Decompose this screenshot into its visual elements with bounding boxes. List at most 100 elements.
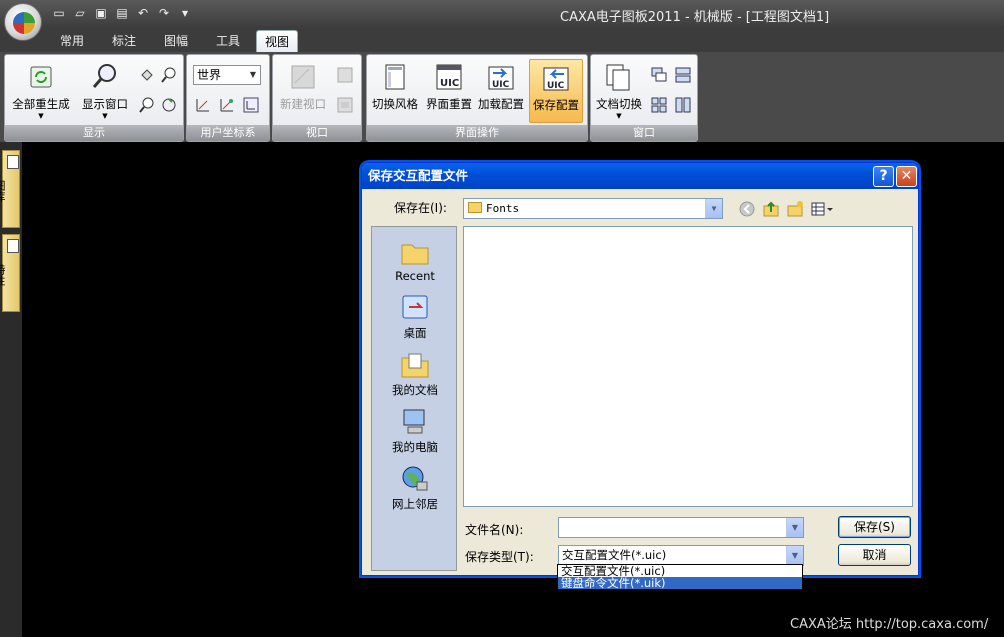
filetype-combo[interactable]: 交互配置文件(*.uic) ▼ <box>558 545 804 566</box>
network-globe-icon <box>402 466 428 491</box>
place-my-documents[interactable]: 我的文档 <box>372 350 458 398</box>
ucs-switch-icon[interactable] <box>241 95 261 115</box>
ribbon-tab-row: 常用 标注 图幅 工具 视图 <box>0 28 1004 52</box>
zoom-window-icon[interactable] <box>137 95 157 115</box>
group-title: 窗口 <box>591 125 697 141</box>
save-button[interactable]: 保存(S) <box>838 516 911 538</box>
display-window-button[interactable]: 显示窗口 ▼ <box>77 59 133 123</box>
folder-icon <box>468 202 482 213</box>
save-in-label: 保存在(I): <box>394 201 447 215</box>
title-bar: ▭ ▱ ▣ ▤ ↶ ↷ ▾ CAXA电子图板2011 - 机械版 - [工程图文… <box>0 0 1004 28</box>
app-window: ▭ ▱ ▣ ▤ ↶ ↷ ▾ CAXA电子图板2011 - 机械版 - [工程图文… <box>0 0 1004 637</box>
switch-style-icon <box>385 64 405 90</box>
redo-icon[interactable]: ↷ <box>155 4 173 22</box>
chevron-down-icon: ▼ <box>249 70 257 79</box>
viewport-layout-icon[interactable] <box>335 65 355 85</box>
undo-icon[interactable]: ↶ <box>134 4 152 22</box>
filename-label: 文件名(N): <box>465 523 524 537</box>
reset-ui-button[interactable]: UIC 界面重置 <box>423 59 475 123</box>
properties-icon <box>7 239 19 253</box>
tab-drawing-frame[interactable]: 图幅 <box>156 30 196 52</box>
save-icon[interactable]: ▣ <box>92 4 110 22</box>
place-desktop[interactable]: 桌面 <box>372 293 458 341</box>
caxa-logo-icon <box>13 12 35 34</box>
chevron-down-icon[interactable]: ▼ <box>786 546 803 565</box>
library-icon <box>7 155 19 169</box>
chevron-down-icon[interactable]: ▼ <box>786 518 803 537</box>
ucs-combo[interactable]: 世界 ▼ <box>193 65 261 85</box>
load-config-icon: UIC <box>488 66 514 90</box>
new-folder-icon[interactable] <box>786 200 804 218</box>
open-folder-icon[interactable]: ▱ <box>71 4 89 22</box>
tab-library[interactable]: 图库 <box>0 150 20 228</box>
file-list-view[interactable] <box>463 226 913 507</box>
print-icon[interactable]: ▤ <box>113 4 131 22</box>
group-title: 用户坐标系 <box>187 125 269 141</box>
chevron-down-icon: ▼ <box>102 112 108 120</box>
new-viewport-button[interactable]: 新建视口 <box>275 59 331 123</box>
view-menu-icon[interactable] <box>810 200 834 218</box>
filename-input[interactable]: ▼ <box>558 517 804 538</box>
recent-folder-icon <box>401 244 429 265</box>
dialog-nav-toolbar <box>738 200 834 218</box>
group-title: 显示 <box>5 125 183 141</box>
back-icon[interactable] <box>738 200 756 218</box>
switch-style-button[interactable]: 切换风格 <box>369 59 421 123</box>
document-switch-icon <box>606 64 630 91</box>
places-bar: Recent 桌面 我的文档 我的电脑 网上邻居 <box>371 226 457 571</box>
my-documents-icon <box>401 353 429 378</box>
place-my-computer[interactable]: 我的电脑 <box>372 407 458 455</box>
save-config-button[interactable]: UIC 保存配置 <box>529 59 583 123</box>
filetype-label: 保存类型(T): <box>465 550 534 564</box>
svg-text:UIC: UIC <box>440 78 459 89</box>
tile-vertical-icon[interactable] <box>673 95 693 115</box>
regen-icon <box>30 66 52 88</box>
group-title: 视口 <box>273 125 361 141</box>
ribbon-panel: 全部重生成 ▼ 显示窗口 ▼ 显示 世界 ▼ 用户坐标系 新建视口 视口 切换风… <box>0 52 1004 142</box>
doc-switch-button[interactable]: 文档切换 ▼ <box>593 59 645 123</box>
tab-annotation[interactable]: 标注 <box>104 30 144 52</box>
tab-properties[interactable]: 特性 <box>0 234 20 312</box>
zoom-icon[interactable] <box>159 65 179 85</box>
regen-all-button[interactable]: 全部重生成 ▼ <box>8 59 74 123</box>
ucs-new-icon[interactable] <box>193 95 213 115</box>
zoom-dynamic-icon[interactable] <box>159 95 179 115</box>
quick-access-toolbar: ▭ ▱ ▣ ▤ ↶ ↷ ▾ <box>50 4 194 24</box>
up-folder-icon[interactable] <box>762 200 780 218</box>
tile-grid-icon[interactable] <box>649 95 669 115</box>
customize-qat-icon[interactable]: ▾ <box>176 4 194 22</box>
group-viewport: 新建视口 视口 <box>272 54 362 142</box>
load-config-button[interactable]: UIC 加载配置 <box>475 59 527 123</box>
viewport-property-icon[interactable] <box>335 95 355 115</box>
reset-ui-icon: UIC <box>436 64 462 90</box>
chevron-down-icon: ▼ <box>616 112 622 120</box>
tab-common[interactable]: 常用 <box>52 30 92 52</box>
app-menu-button[interactable] <box>4 3 42 41</box>
close-button[interactable]: ✕ <box>896 166 917 187</box>
magnifier-icon <box>92 64 116 88</box>
group-window: 文档切换 ▼ 窗口 <box>590 54 698 142</box>
forum-watermark: CAXA论坛 http://top.caxa.com/ <box>790 617 989 632</box>
group-ui-operations: 切换风格 UIC 界面重置 UIC 加载配置 UIC 保存配置 界面操作 <box>366 54 588 142</box>
left-dock-bar: 图库 特性 <box>0 142 22 637</box>
pan-icon[interactable] <box>137 65 157 85</box>
cascade-windows-icon[interactable] <box>649 65 669 85</box>
filetype-dropdown-list: 交互配置文件(*.uic) 键盘命令文件(*.uik) <box>557 564 803 589</box>
viewport-icon <box>291 65 315 89</box>
tab-view[interactable]: 视图 <box>256 30 299 52</box>
ucs-manage-icon[interactable] <box>217 95 237 115</box>
chevron-down-icon[interactable]: ▼ <box>705 199 722 218</box>
save-in-combo[interactable]: Fonts ▼ <box>463 198 723 219</box>
filetype-option-uik[interactable]: 键盘命令文件(*.uik) <box>558 577 802 589</box>
group-display: 全部重生成 ▼ 显示窗口 ▼ 显示 <box>4 54 184 142</box>
place-network[interactable]: 网上邻居 <box>372 464 458 512</box>
tab-tools[interactable]: 工具 <box>208 30 248 52</box>
help-button[interactable]: ? <box>873 166 894 187</box>
place-recent[interactable]: Recent <box>372 237 458 283</box>
cancel-button[interactable]: 取消 <box>838 544 911 566</box>
new-file-icon[interactable]: ▭ <box>50 4 68 22</box>
dialog-title: 保存交互配置文件 <box>362 163 918 189</box>
svg-text:UIC: UIC <box>547 81 565 91</box>
tile-horizontal-icon[interactable] <box>673 65 693 85</box>
window-title: CAXA电子图板2011 - 机械版 - [工程图文档1] <box>560 10 830 25</box>
